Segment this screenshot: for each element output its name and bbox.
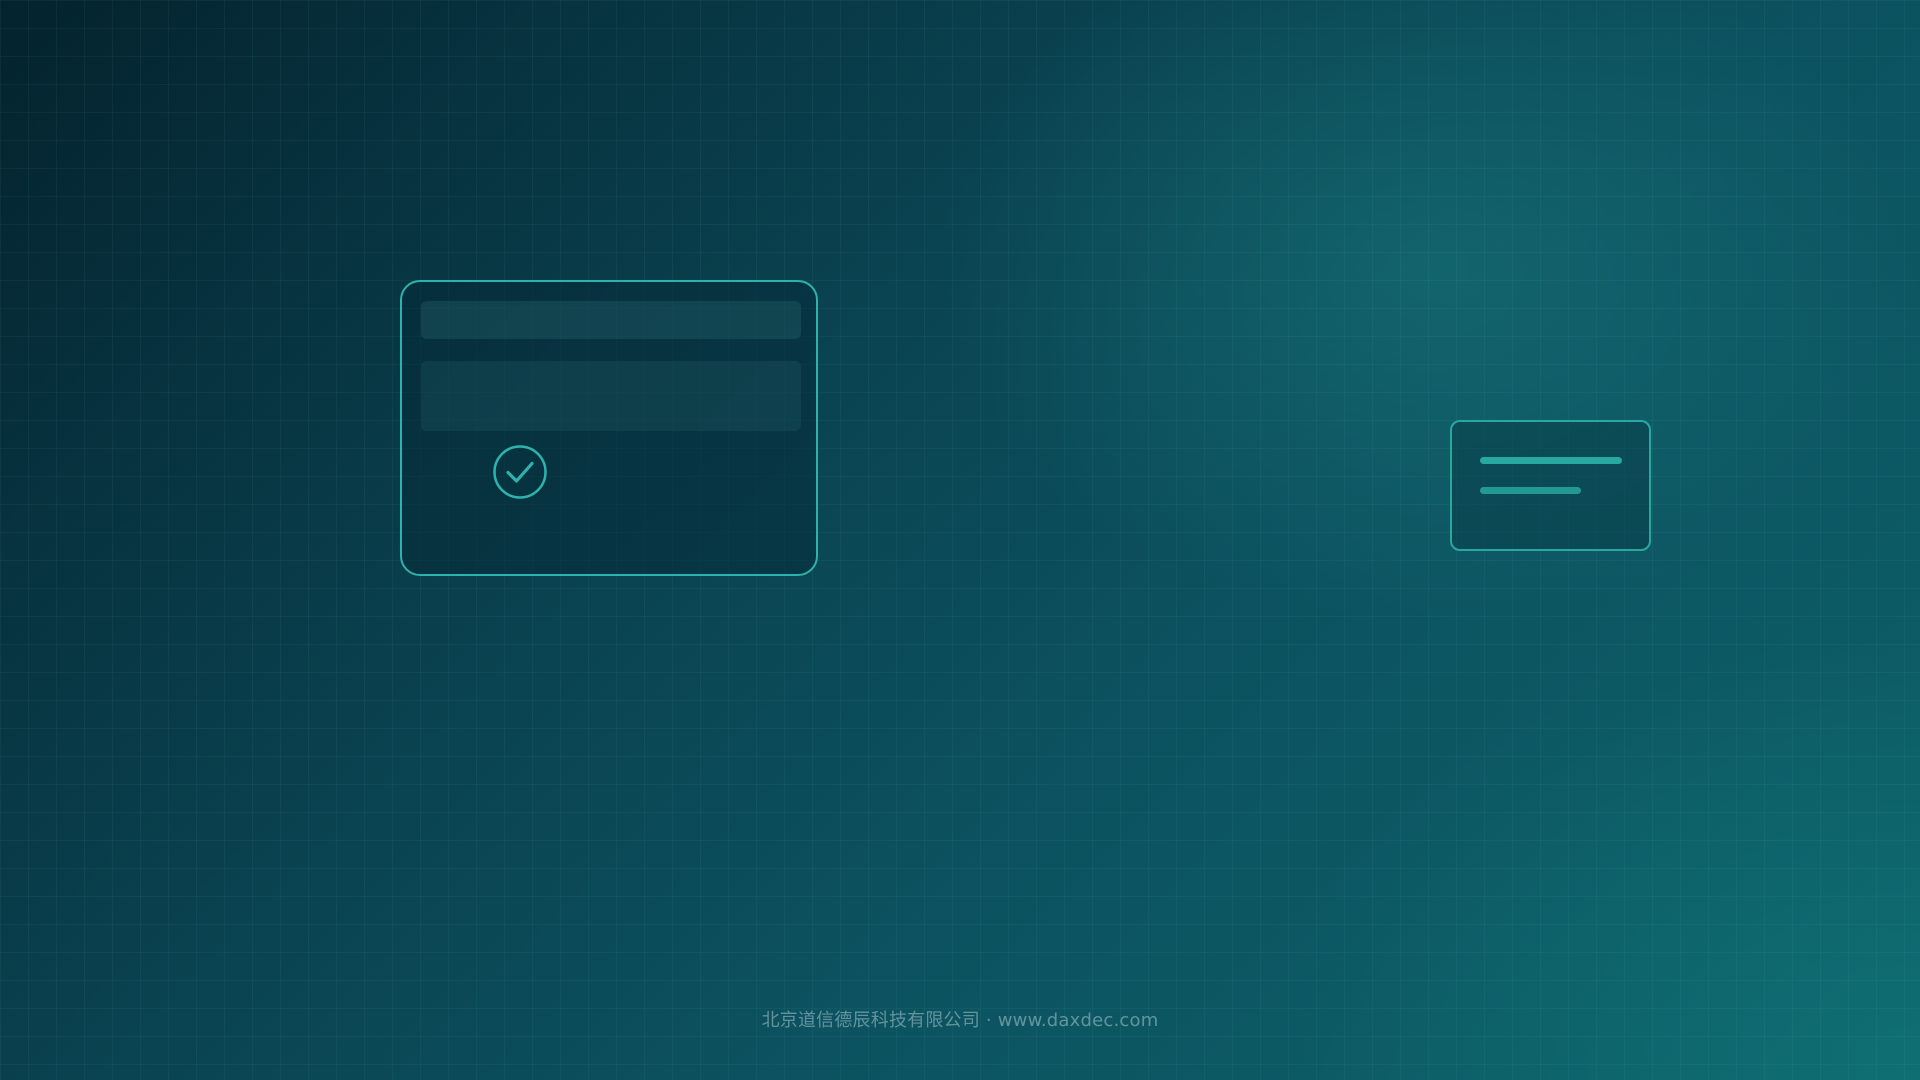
placeholder-content-block bbox=[421, 361, 801, 431]
notification-card bbox=[1450, 420, 1651, 551]
footer-credit: 北京道信德辰科技有限公司 · www.daxdec.com bbox=[761, 1010, 1159, 1031]
check-circle-icon bbox=[493, 445, 547, 499]
placeholder-header-bar bbox=[421, 301, 801, 339]
placeholder-text-line bbox=[1480, 457, 1622, 464]
placeholder-card bbox=[400, 280, 818, 576]
placeholder-text-line bbox=[1480, 487, 1581, 494]
